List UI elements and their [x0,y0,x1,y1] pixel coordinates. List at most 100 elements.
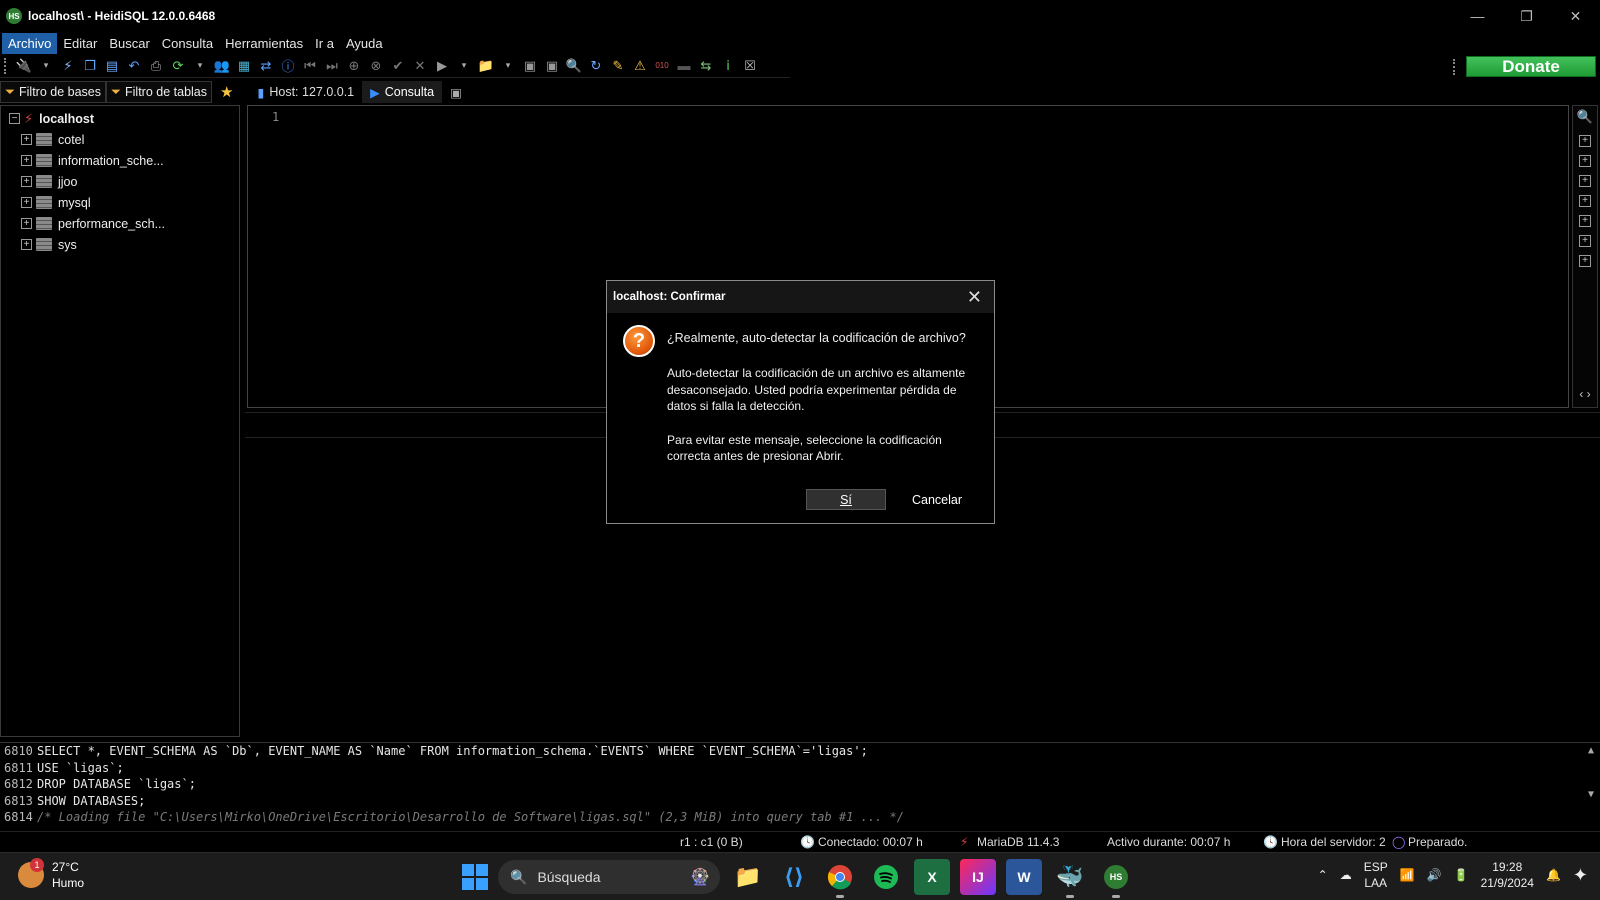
tree-db-row[interactable]: + information_sche... [1,150,239,171]
search-icon[interactable]: 🔍 [565,57,583,75]
menu-ayuda[interactable]: Ayuda [340,33,389,54]
word-icon[interactable]: W [1006,859,1042,895]
expand-icon[interactable]: + [21,197,32,208]
connect-icon[interactable]: 🔌 [15,57,33,75]
docker-icon[interactable]: 🐳 [1052,859,1088,898]
last-icon[interactable]: ⏭ [323,57,341,75]
disconnect-icon[interactable]: ⚡ [59,57,77,75]
snippet-expand-icon[interactable]: + [1579,235,1591,247]
help-icon[interactable]: ⓘ [279,57,297,75]
export-icon[interactable]: ▦ [235,57,253,75]
filter-tables-button[interactable]: ⏷ Filtro de tablas [106,81,212,103]
excel-icon[interactable]: X [914,859,950,895]
battery-icon[interactable]: 🔋 [1454,868,1469,882]
tree-db-row[interactable]: + sys [1,234,239,255]
code-arrows-icon[interactable]: ‹ › [1573,387,1597,401]
add-icon[interactable]: ⊕ [345,57,363,75]
snippet-expand-icon[interactable]: + [1579,175,1591,187]
tree-db-row[interactable]: + jjoo [1,171,239,192]
warning-icon[interactable]: ⚠ [631,57,649,75]
snippet-expand-icon[interactable]: + [1579,255,1591,267]
chrome-icon[interactable] [822,859,858,898]
snippet-expand-icon[interactable]: + [1579,155,1591,167]
info-icon[interactable]: ⅰ [719,57,737,75]
save-icon[interactable]: ▣ [521,57,539,75]
search-placeholder: Búsqueda [537,869,601,885]
dropdown-arrow-icon[interactable]: ▾ [37,57,55,75]
tab-query[interactable]: ▶ Consulta [362,81,443,103]
dropdown-arrow-icon[interactable]: ▾ [191,57,209,75]
filter-databases-button[interactable]: ⏷ Filtro de bases [0,81,106,103]
tab-host[interactable]: ▮ Host: 127.0.0.1 [249,81,362,103]
dropdown-arrow-icon[interactable]: ▾ [499,57,517,75]
close-window-button[interactable]: ✕ [1551,0,1600,32]
language-indicator[interactable]: ESP LAA [1364,859,1388,891]
maximize-button[interactable]: ❐ [1502,0,1551,32]
binary-icon[interactable]: 010 [653,57,671,75]
snippet-expand-icon[interactable]: + [1579,135,1591,147]
menu-herramientas[interactable]: Herramientas [219,33,309,54]
chevron-up-icon[interactable]: ⌃ [1318,868,1328,882]
sync-icon[interactable]: ⇄ [257,57,275,75]
tree-db-row[interactable]: + cotel [1,129,239,150]
users-icon[interactable]: 👥 [213,57,231,75]
apply-icon[interactable]: ✔ [389,57,407,75]
menu-ir-a[interactable]: Ir a [309,33,340,54]
taskbar-clock[interactable]: 19:28 21/9/2024 [1481,859,1534,891]
cloud-offline-icon[interactable]: ☁ [1340,868,1352,882]
run-icon[interactable]: ▶ [433,57,451,75]
expand-icon[interactable]: + [21,218,32,229]
undo-icon[interactable]: ↶ [125,57,143,75]
menu-archivo[interactable]: Archivo [2,32,58,54]
vscode-icon[interactable]: ⟨⟩ [776,859,812,895]
collapse-icon[interactable]: − [9,113,20,124]
save-as-icon[interactable]: ▣ [543,57,561,75]
intellij-icon[interactable]: IJ [960,859,996,895]
log-scrollbar[interactable]: ▲ ▼ [1584,745,1598,825]
expand-icon[interactable]: + [21,239,32,250]
clean-icon[interactable]: ✎ [609,57,627,75]
delete-icon[interactable]: ✕ [411,57,429,75]
print-icon[interactable]: ⎙ [147,57,165,75]
replace-icon[interactable]: ↻ [587,57,605,75]
snippet-expand-icon[interactable]: + [1579,215,1591,227]
first-icon[interactable]: ⏮ [301,57,319,75]
tree-db-row[interactable]: + mysql [1,192,239,213]
windows-start-icon[interactable] [462,864,488,890]
expand-icon[interactable]: + [21,176,32,187]
tree-db-row[interactable]: + performance_sch... [1,213,239,234]
taskbar-search[interactable]: 🔍 Búsqueda 🎡 [498,860,720,894]
reconnect-icon[interactable]: ⇆ [697,57,715,75]
cancel-button[interactable]: Cancelar [897,489,977,510]
refresh-icon[interactable]: ⟳ [169,57,187,75]
expand-icon[interactable]: + [21,134,32,145]
expand-icon[interactable]: + [21,155,32,166]
dialog-close-button[interactable]: ✕ [967,287,982,308]
snippet-expand-icon[interactable]: + [1579,195,1591,207]
notification-bell-icon[interactable]: 🔔 [1546,868,1561,882]
spotify-icon[interactable] [868,859,904,895]
file-explorer-icon[interactable]: 📁 [730,859,766,895]
dropdown-arrow-icon[interactable]: ▾ [455,57,473,75]
donate-button[interactable]: Donate [1466,56,1596,77]
menu-consulta[interactable]: Consulta [156,33,219,54]
search-icon[interactable]: 🔍 [1575,109,1595,127]
yes-button[interactable]: Sí [806,489,886,510]
close-tab-icon[interactable]: ☒ [741,57,759,75]
query-log[interactable]: 6810 SELECT *, EVENT_SCHEMA AS `Db`, EVE… [0,742,1600,828]
open-folder-icon[interactable]: 📁 [477,57,495,75]
favorites-star-icon[interactable]: ★ [212,81,241,103]
cancel-icon[interactable]: ⊗ [367,57,385,75]
weather-widget[interactable]: 1 27°C Humo [18,858,84,891]
tree-host-row[interactable]: − ⚡ localhost [1,108,239,129]
menu-editar[interactable]: Editar [57,33,103,54]
new-query-tab-icon[interactable]: ▣ [442,81,470,103]
copilot-icon[interactable]: ✦ [1573,865,1588,886]
volume-icon[interactable]: 🔊 [1427,868,1442,882]
heidisql-taskbar-icon[interactable]: HS [1098,859,1134,898]
menu-buscar[interactable]: Buscar [103,33,155,54]
minimize-button[interactable]: — [1453,0,1502,32]
paste-icon[interactable]: ▤ [103,57,121,75]
copy-icon[interactable]: ❐ [81,57,99,75]
wifi-icon[interactable]: 📶 [1400,868,1415,882]
